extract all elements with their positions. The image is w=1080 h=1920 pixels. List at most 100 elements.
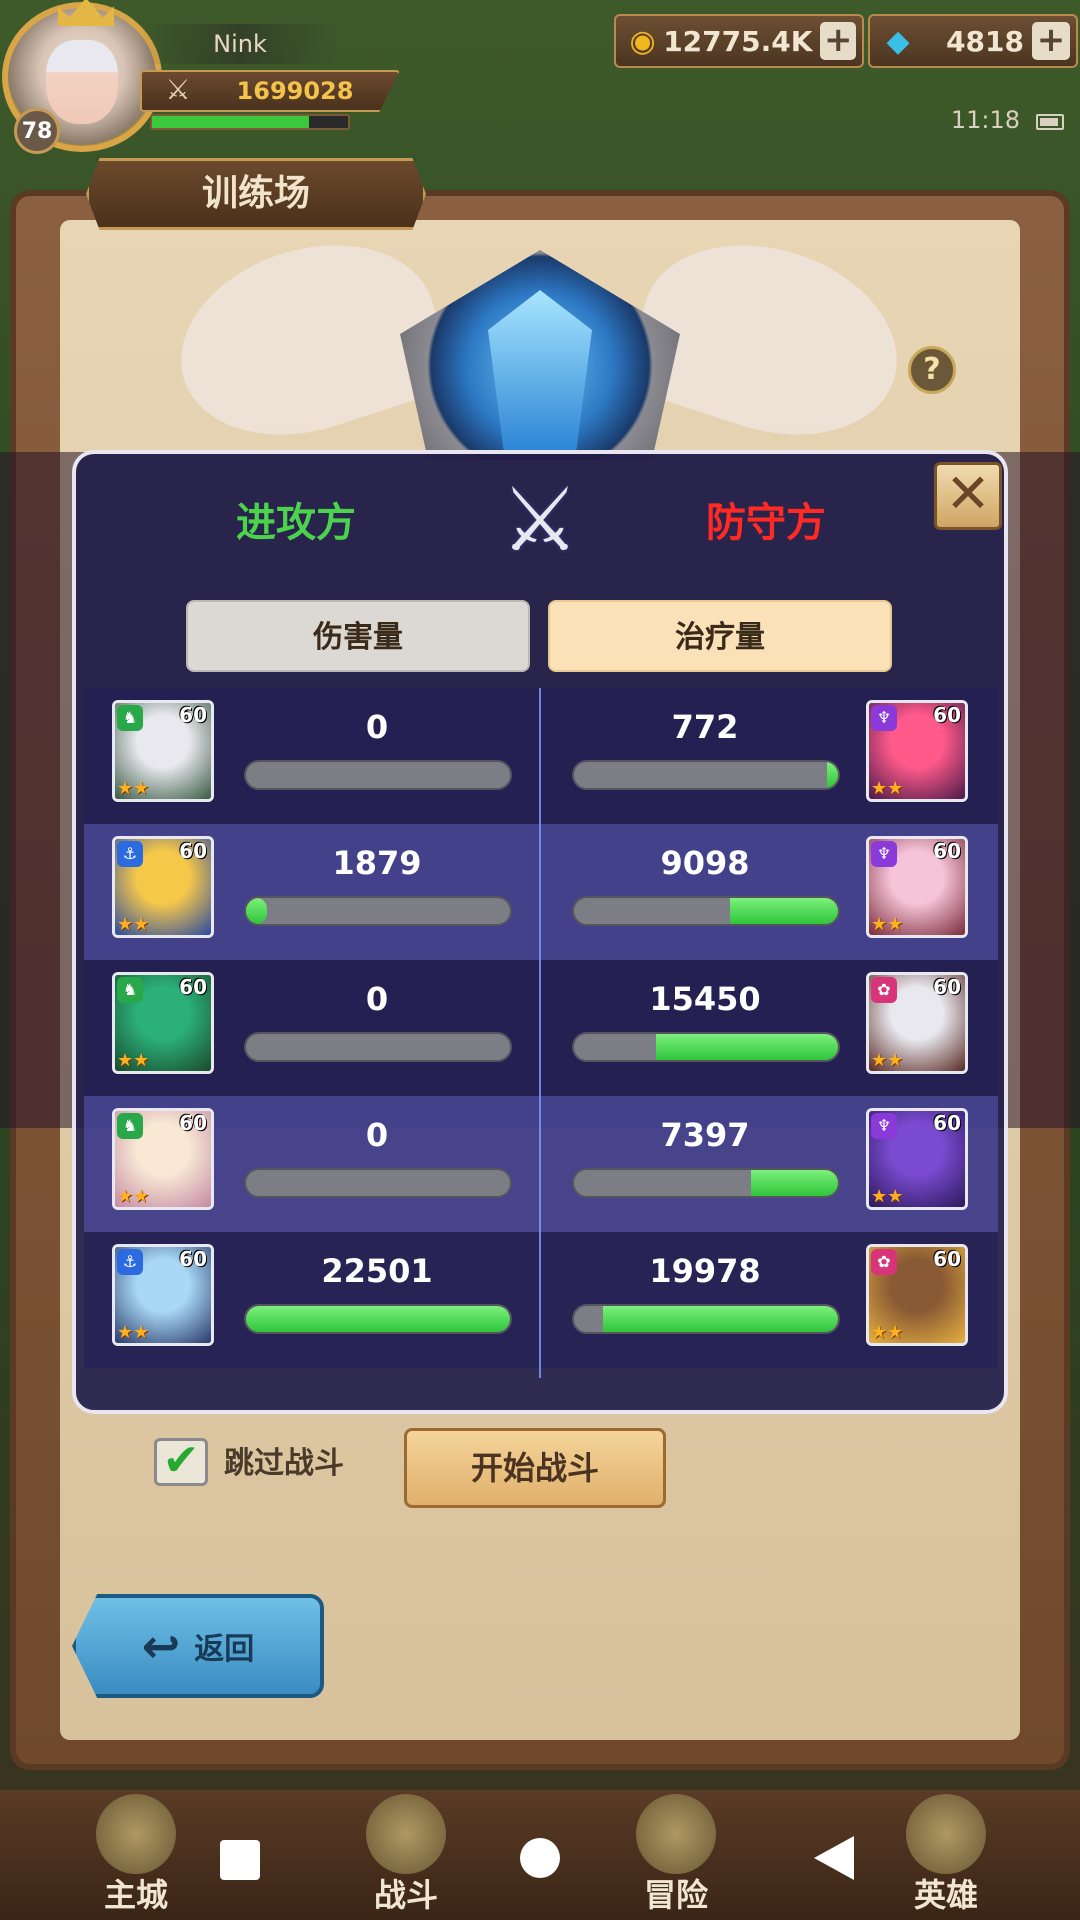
attacker-stat-bar [244, 1168, 512, 1198]
attacker-stat-value: 22501 [321, 1252, 433, 1290]
avatar-portrait [46, 40, 118, 124]
attacker-hero-portrait[interactable]: ♞ 60 ★★ [112, 700, 214, 802]
defender-hero-portrait[interactable]: ✿ 60 ★★ [866, 1244, 968, 1346]
hero-class-icon: ⚓ [117, 1249, 143, 1275]
hero-level: 60 [933, 703, 961, 727]
system-back-button[interactable] [814, 1836, 854, 1880]
hero-level: 60 [933, 1247, 961, 1271]
hero-star-rating: ★★ [871, 778, 904, 799]
stats-row: ♞ 60 ★★ 0 7397 ♆ 60 ★★ [84, 1096, 998, 1232]
attacker-stat-value: 0 [365, 708, 389, 746]
tab-healing[interactable]: 治疗量 [548, 600, 892, 672]
defender-hero-portrait[interactable]: ✿ 60 ★★ [866, 972, 968, 1074]
attacker-label: 进攻方 [236, 500, 356, 546]
status-time: 11:18 [950, 106, 1020, 134]
hero-level: 60 [179, 1111, 207, 1135]
help-button[interactable]: ? [908, 346, 956, 394]
hero-class-icon: ♆ [871, 841, 897, 867]
defender-stat-value: 15450 [649, 980, 761, 1018]
gold-coin-icon: ◉ [629, 23, 656, 59]
system-recents-button[interactable] [220, 1840, 260, 1880]
stats-divider [539, 688, 541, 1378]
hero-level: 60 [179, 975, 207, 999]
hero-class-icon: ♞ [117, 1113, 143, 1139]
hero-star-rating: ★★ [117, 778, 150, 799]
return-arrow-icon: ↩ [141, 1619, 181, 1673]
gold-currency: ◉ 12775.4K + [614, 14, 864, 68]
hero-star-rating: ★★ [117, 914, 150, 935]
nav-item-adventure[interactable]: 冒险 [596, 1790, 756, 1920]
hero-class-icon: ⚓ [117, 841, 143, 867]
attacker-hero-portrait[interactable]: ♞ 60 ★★ [112, 972, 214, 1074]
hero-star-rating: ★★ [871, 1186, 904, 1207]
close-button[interactable]: ✕ [934, 462, 1002, 530]
add-gold-button[interactable]: + [820, 22, 856, 60]
add-gems-button[interactable]: + [1032, 22, 1070, 60]
start-battle-button[interactable]: 开始战斗 [404, 1428, 666, 1508]
defender-hero-portrait[interactable]: ♆ 60 ★★ [866, 700, 968, 802]
attacker-stat-bar [244, 1304, 512, 1334]
skip-battle-label: 跳过战斗 [224, 1446, 344, 1481]
hero-level: 60 [179, 1247, 207, 1271]
hero-class-icon: ♞ [117, 977, 143, 1003]
hero-level: 60 [179, 839, 207, 863]
defender-stat-bar [572, 760, 840, 790]
defender-hero-portrait[interactable]: ♆ 60 ★★ [866, 836, 968, 938]
defender-stat-value: 772 [671, 708, 739, 746]
crown-icon [58, 0, 114, 26]
nav-item-heroes[interactable]: 英雄 [866, 1790, 1026, 1920]
defender-stat-value: 19978 [649, 1252, 761, 1290]
stat-bar-fill [246, 1306, 510, 1332]
defender-stat-bar [572, 1168, 840, 1198]
attacker-stat-value: 1879 [332, 844, 422, 882]
nav-item-main-city[interactable]: 主城 [56, 1790, 216, 1920]
stat-bar-fill [603, 1306, 838, 1332]
stat-bar-fill [655, 1034, 838, 1060]
crossed-swords-icon: ⚔ [165, 73, 191, 106]
defender-stat-bar [572, 1032, 840, 1062]
hero-class-icon: ♆ [871, 705, 897, 731]
defender-hero-portrait[interactable]: ♆ 60 ★★ [866, 1108, 968, 1210]
gem-amount: 4818 [946, 24, 1024, 58]
tab-damage[interactable]: 伤害量 [186, 600, 530, 672]
nav-label: 主城 [103, 1876, 168, 1914]
defender-stat-bar [572, 1304, 840, 1334]
hero-level: 60 [933, 975, 961, 999]
attacker-stat-value: 0 [365, 980, 389, 1018]
hero-star-rating: ★★ [871, 1050, 904, 1071]
stats-row: ♞ 60 ★★ 0 772 ♆ 60 ★★ [84, 688, 998, 824]
attacker-hero-portrait[interactable]: ⚓ 60 ★★ [112, 1244, 214, 1346]
battle-stats-table: ♞ 60 ★★ 0 772 ♆ 60 ★★ ⚓ 60 ★★ 1879 9098 ♆ 60 ★★ ♞ 60 ★★ 0 15… [84, 688, 998, 1368]
hero-level: 60 [179, 703, 207, 727]
crossed-swords-icon: ⚔ [500, 468, 580, 571]
hero-level: 60 [933, 839, 961, 863]
defender-stat-value: 7397 [660, 1116, 750, 1154]
experience-bar-fill [152, 116, 309, 128]
hero-star-rating: ★★ [117, 1186, 150, 1207]
nav-label: 冒险 [643, 1876, 708, 1914]
attacker-hero-portrait[interactable]: ♞ 60 ★★ [112, 1108, 214, 1210]
hero-star-rating: ★★ [117, 1050, 150, 1071]
stats-row: ⚓ 60 ★★ 22501 19978 ✿ 60 ★★ [84, 1232, 998, 1368]
attacker-stat-bar [244, 760, 512, 790]
attacker-hero-portrait[interactable]: ⚓ 60 ★★ [112, 836, 214, 938]
defender-stat-bar [572, 896, 840, 926]
attacker-stat-bar [244, 896, 512, 926]
nav-item-battle[interactable]: 战斗 [326, 1790, 486, 1920]
page-title: 训练场 [86, 158, 426, 230]
back-button[interactable]: ↩ 返回 [72, 1594, 324, 1698]
system-home-button[interactable] [520, 1838, 560, 1878]
hero-level: 60 [933, 1111, 961, 1135]
player-level-badge: 78 [14, 108, 60, 154]
gold-amount: 12775.4K [663, 24, 813, 58]
attacker-stat-value: 0 [365, 1116, 389, 1154]
combat-power-value: 1699028 [236, 77, 354, 105]
diamond-icon: ◆ [886, 23, 910, 59]
back-button-label: 返回 [194, 1632, 255, 1667]
nav-label: 战斗 [373, 1876, 438, 1914]
hero-class-icon: ✿ [871, 977, 897, 1003]
gem-currency: ◆ 4818 + [868, 14, 1078, 68]
nav-label: 英雄 [913, 1876, 978, 1914]
skip-battle-checkbox[interactable]: ✔ [154, 1438, 208, 1486]
battery-icon [1036, 114, 1064, 130]
